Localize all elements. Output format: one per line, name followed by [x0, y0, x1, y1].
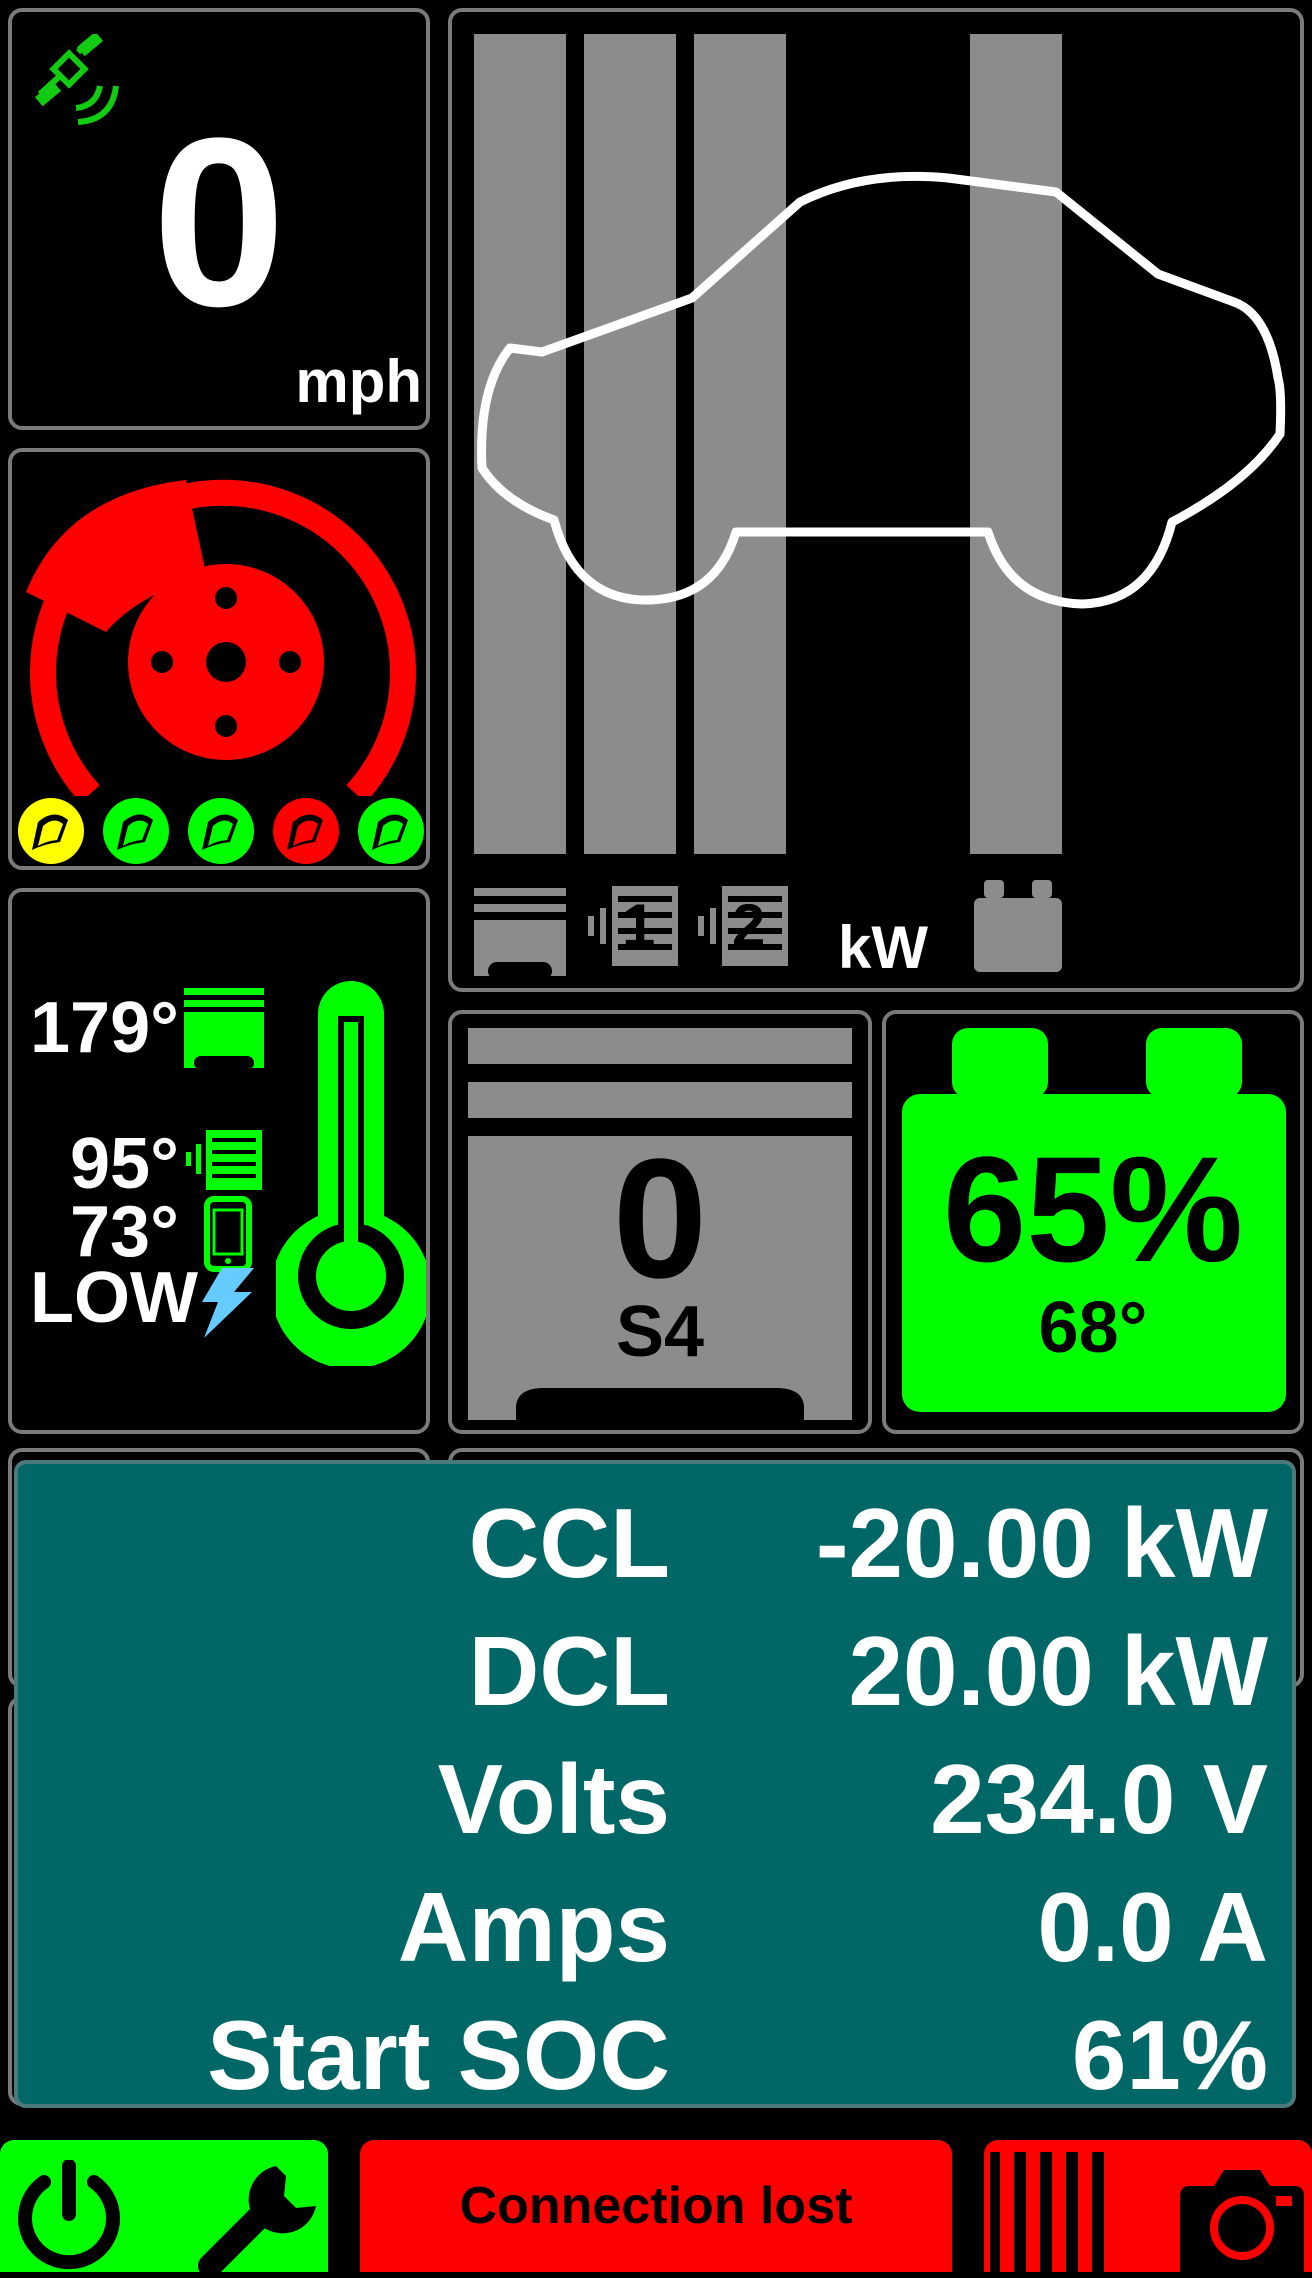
- stat-label: CCL: [468, 1488, 670, 1598]
- stat-label: Amps: [397, 1872, 670, 1982]
- stat-row: DCL 20.00 kW: [18, 1614, 1292, 1742]
- battery-icon: [974, 880, 1062, 972]
- charger-temp: LOW: [30, 1258, 198, 1338]
- power-settings-button[interactable]: [0, 2140, 328, 2278]
- brake-pad-1-icon: [18, 798, 84, 864]
- stat-row: Start SOC 61%: [18, 1998, 1292, 2126]
- car-outline-icon: [477, 171, 1286, 609]
- brake-pad-4-icon: [273, 798, 339, 864]
- wrench-icon[interactable]: [196, 2158, 324, 2278]
- inverter-temp: 95°: [70, 1124, 179, 1204]
- scan-camera-button[interactable]: [984, 2140, 1312, 2272]
- speed-value: 0: [152, 88, 286, 356]
- stat-value: 61%: [1071, 2000, 1268, 2110]
- brake-disc-icon: [26, 479, 416, 796]
- stat-row: CCL -20.00 kW: [18, 1486, 1292, 1614]
- gear-panel[interactable]: 0 S4: [448, 1010, 872, 1434]
- motor-icon: [474, 888, 566, 976]
- stat-value: 20.00 kW: [848, 1616, 1268, 1726]
- camera-icon[interactable]: [1180, 2166, 1304, 2272]
- brake-pad-3-icon: [188, 798, 254, 864]
- motor-temp-icon: [184, 988, 264, 1068]
- connection-status-text: Connection lost: [459, 2177, 853, 2235]
- drive-mode: S4: [615, 1292, 705, 1372]
- power-icon[interactable]: [14, 2160, 124, 2270]
- brake-pad-indicators: [12, 796, 426, 868]
- motor-temp: 179°: [30, 988, 179, 1068]
- stat-label: Volts: [437, 1744, 670, 1854]
- speed-unit: mph: [295, 348, 422, 415]
- inverter-2-label: 2: [732, 892, 766, 959]
- stat-value: 0.0 A: [1037, 1872, 1268, 1982]
- charging-bolt-icon: [202, 1268, 254, 1338]
- stat-value: -20.00 kW: [815, 1488, 1268, 1598]
- stat-row: Volts 234.0 V: [18, 1742, 1292, 1870]
- barcode-icon[interactable]: [990, 2152, 1124, 2272]
- stat-row: Amps 0.0 A: [18, 1870, 1292, 1998]
- brake-pad-2-icon: [103, 798, 169, 864]
- power-unit: kW: [838, 914, 928, 981]
- brake-pad-5-icon: [358, 798, 424, 864]
- gear-value: 0: [612, 1124, 708, 1314]
- thermometer-icon: [276, 981, 426, 1366]
- brake-panel[interactable]: [8, 448, 430, 870]
- phone-temp-icon: [204, 1196, 252, 1272]
- power-panel[interactable]: 1 2 kW: [448, 8, 1304, 992]
- temps-panel[interactable]: 179° 95° 73° LOW: [8, 888, 430, 1434]
- connection-status-bar[interactable]: Connection lost: [360, 2140, 952, 2272]
- stats-list: CCL -20.00 kW DCL 20.00 kW Volts 234.0 V…: [18, 1486, 1292, 2126]
- battery-soc: 65%: [942, 1125, 1244, 1293]
- speed-panel[interactable]: 0 mph: [8, 8, 430, 430]
- inverter-temp-icon: [186, 1130, 262, 1190]
- inverter-1-label: 1: [622, 892, 656, 959]
- battery-panel[interactable]: 65% 68°: [882, 1010, 1304, 1434]
- stat-label: DCL: [468, 1616, 670, 1726]
- stat-label: Start SOC: [207, 2000, 670, 2110]
- stats-panel[interactable]: CCL -20.00 kW DCL 20.00 kW Volts 234.0 V…: [14, 1460, 1296, 2110]
- battery-temp: 68°: [1038, 1288, 1148, 1368]
- stat-value: 234.0 V: [930, 1744, 1268, 1854]
